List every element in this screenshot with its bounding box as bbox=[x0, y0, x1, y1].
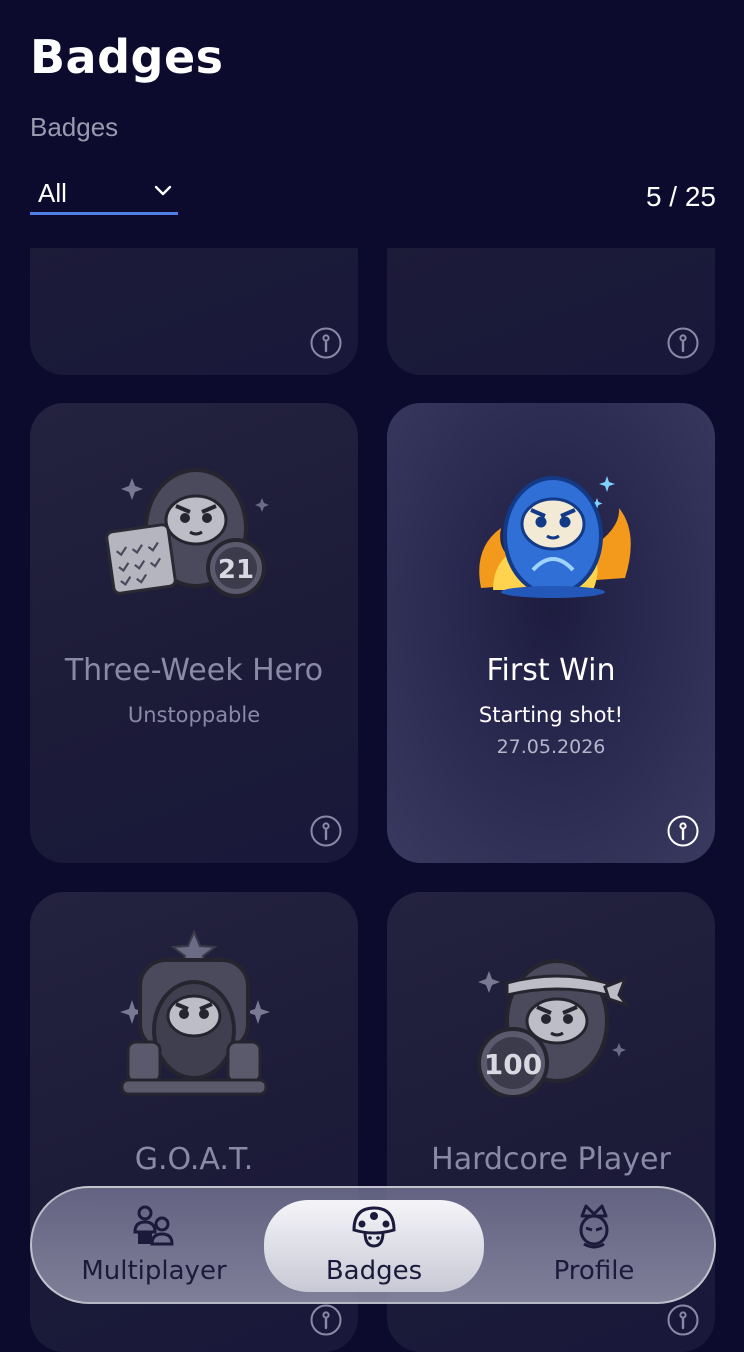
badge-name: G.O.A.T. bbox=[134, 1142, 254, 1177]
badge-name: Three-Week Hero bbox=[64, 653, 324, 688]
badge-name: Hardcore Player bbox=[431, 1142, 671, 1177]
info-icon[interactable] bbox=[310, 815, 342, 847]
badge-date: 27.05.2026 bbox=[496, 736, 606, 758]
nav-label: Multiplayer bbox=[81, 1256, 227, 1286]
filter-selected-value: All bbox=[38, 178, 67, 208]
info-icon[interactable] bbox=[310, 1304, 342, 1336]
header: Badges Badges All 5 / 25 bbox=[0, 0, 744, 248]
chevron-down-icon bbox=[154, 185, 172, 196]
mushroom-icon bbox=[352, 1206, 396, 1248]
svg-text:21: 21 bbox=[218, 555, 254, 585]
daruma-fire-icon bbox=[479, 476, 631, 598]
category-filter-select[interactable]: All bbox=[30, 175, 178, 215]
badge-name: First Win bbox=[486, 653, 616, 688]
info-icon[interactable] bbox=[667, 1304, 699, 1336]
nav-item-multiplayer[interactable]: Multiplayer bbox=[44, 1188, 264, 1302]
info-icon[interactable] bbox=[667, 815, 699, 847]
badge-description: Starting shot! bbox=[478, 703, 624, 727]
svg-text:100: 100 bbox=[484, 1048, 542, 1081]
nav-label: Badges bbox=[325, 1256, 423, 1286]
info-icon[interactable] bbox=[667, 327, 699, 359]
badge-description: Unstoppable bbox=[127, 703, 261, 727]
daruma-throne-icon bbox=[120, 930, 270, 1096]
info-icon[interactable] bbox=[310, 327, 342, 359]
nav-item-profile[interactable]: Profile bbox=[484, 1188, 704, 1302]
bottom-nav: Multiplayer Badges Profile bbox=[30, 1186, 716, 1304]
page-subtitle: Badges bbox=[30, 112, 119, 142]
multiplayer-icon bbox=[133, 1205, 174, 1246]
daruma-calendar-21-icon: 21 bbox=[105, 468, 269, 598]
page-title: Badges bbox=[30, 30, 224, 84]
badge-card-three-week-hero[interactable]: 21 Three-Week Hero Unstoppable bbox=[30, 403, 358, 863]
crown-profile-icon bbox=[579, 1204, 609, 1249]
daruma-100-icon: 100 bbox=[477, 959, 632, 1097]
badge-card-first-win[interactable]: First Win Starting shot! 27.05.2026 bbox=[387, 403, 715, 863]
nav-label: Profile bbox=[553, 1256, 635, 1286]
badge-count: 5 / 25 bbox=[645, 181, 716, 212]
nav-item-badges[interactable]: Badges bbox=[264, 1200, 484, 1292]
